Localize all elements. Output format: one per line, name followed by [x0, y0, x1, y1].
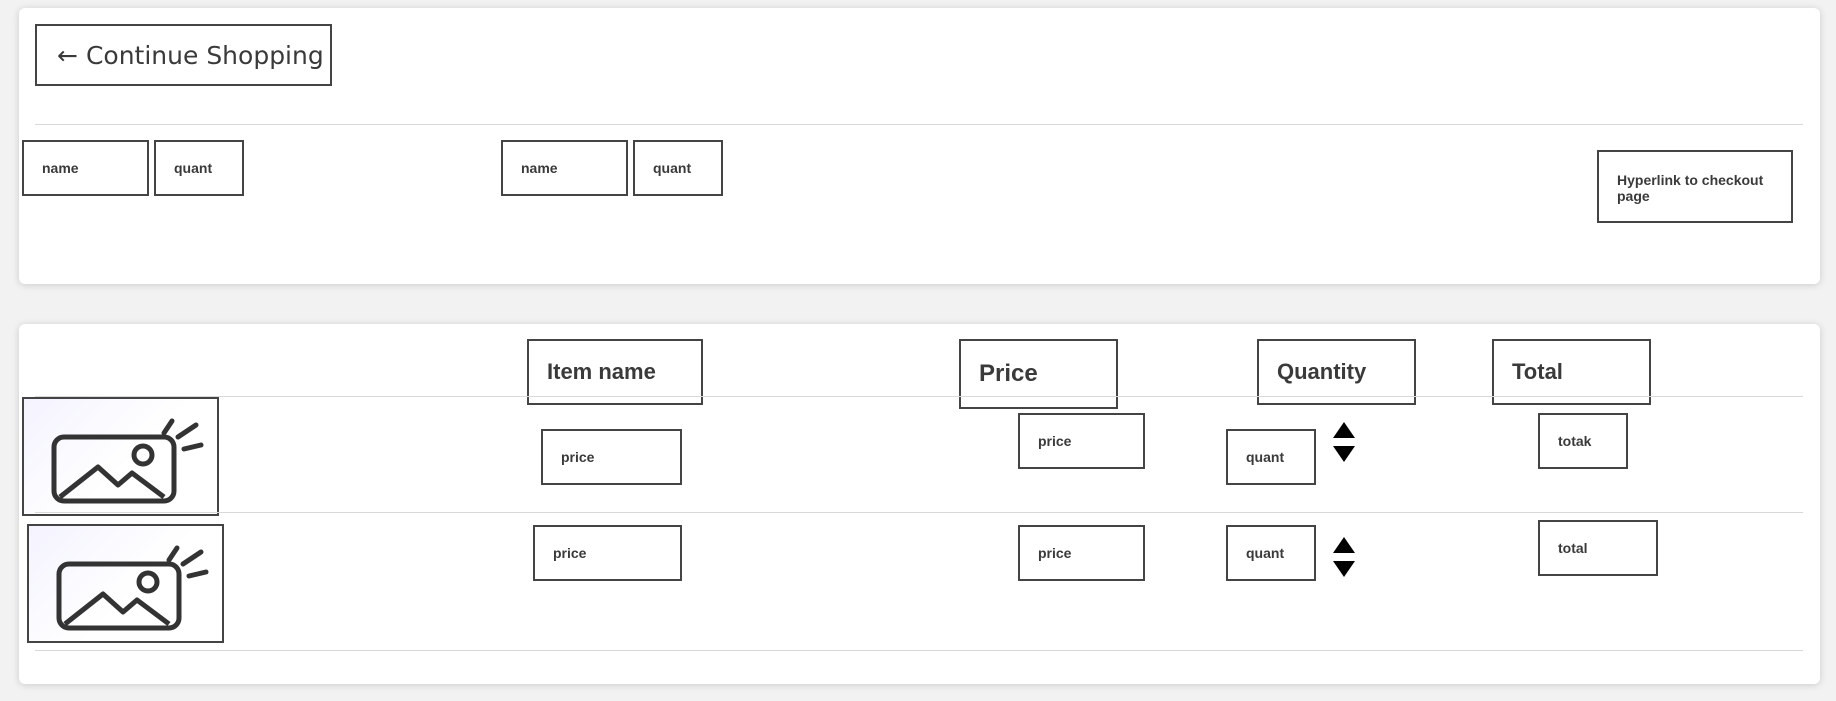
divider	[35, 512, 1803, 513]
arrow-down-icon[interactable]	[1333, 446, 1355, 462]
quantity-stepper[interactable]	[1333, 422, 1357, 466]
arrow-left-icon: ←	[57, 40, 78, 70]
column-header-price: Price	[959, 339, 1118, 409]
summary-item-name: name	[22, 140, 149, 196]
row-total-field: totak	[1538, 413, 1628, 469]
row-item-field: price	[541, 429, 682, 485]
continue-shopping-label: Continue Shopping	[85, 40, 324, 70]
row-price-field: price	[1018, 413, 1145, 469]
divider	[35, 396, 1803, 397]
row-total-field: total	[1538, 520, 1658, 576]
quantity-stepper[interactable]	[1333, 537, 1357, 581]
summary-item-quant: quant	[633, 140, 723, 196]
arrow-up-icon[interactable]	[1333, 422, 1355, 438]
summary-item-quant: quant	[154, 140, 244, 196]
summary-item-name: name	[501, 140, 628, 196]
row-item-field: price	[533, 525, 682, 581]
continue-shopping-button[interactable]: ← Continue Shopping	[35, 24, 332, 86]
arrow-up-icon[interactable]	[1333, 537, 1355, 553]
arrow-down-icon[interactable]	[1333, 561, 1355, 577]
top-panel: ← Continue Shopping name quant name quan…	[19, 8, 1820, 284]
product-image-placeholder	[22, 397, 219, 516]
cart-panel: Item name Price Quantity Total price pri…	[19, 324, 1820, 684]
checkout-link[interactable]: Hyperlink to checkout page	[1597, 150, 1793, 223]
divider	[35, 650, 1803, 651]
row-price-field: price	[1018, 525, 1145, 581]
divider	[35, 124, 1803, 125]
image-placeholder-icon	[56, 545, 209, 631]
product-image-placeholder	[27, 524, 224, 643]
image-placeholder-icon	[51, 418, 204, 504]
row-quantity-field[interactable]: quant	[1226, 429, 1316, 485]
row-quantity-field[interactable]: quant	[1226, 525, 1316, 581]
